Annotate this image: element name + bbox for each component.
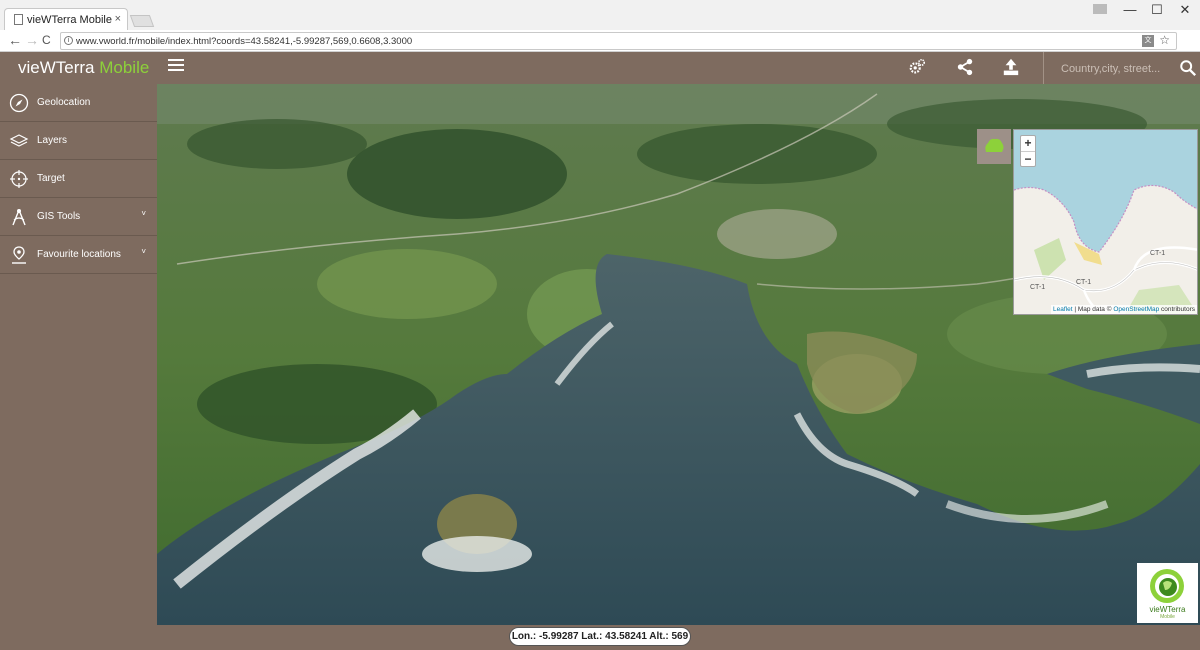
share-icon[interactable] — [956, 58, 974, 76]
minimap-zoom-control: + − — [1020, 135, 1036, 167]
compass-icon — [9, 93, 29, 113]
browser-tab[interactable]: vieWTerra Mobile × — [4, 8, 128, 30]
zoom-in-button[interactable]: + — [1021, 136, 1035, 151]
sidebar-item-label: GIS Tools — [37, 211, 81, 222]
sidebar-item-label: Geolocation — [37, 97, 91, 108]
map-toggle-icon — [985, 138, 1004, 152]
address-bar: ← → C i www.vworld.fr/mobile/index.html?… — [0, 30, 1200, 77]
gis-tools-icon — [12, 209, 26, 226]
sidebar-item-label: Target — [37, 173, 65, 184]
globe-logo-icon — [1150, 569, 1184, 603]
sidebar: Geolocation Layers Target GIS Tools ˅ Fa… — [0, 84, 157, 650]
minimap-toggle-button[interactable] — [977, 129, 1011, 164]
url-text: www.vworld.fr/mobile/index.html?coords=4… — [76, 36, 413, 47]
logo-subtext: Mobile — [1160, 614, 1175, 620]
zoom-out-button[interactable]: − — [1021, 151, 1035, 166]
sidebar-item-favourite-locations[interactable]: Favourite locations ˅ — [0, 236, 157, 274]
openstreetmap-link[interactable]: OpenStreetMap — [1113, 306, 1159, 313]
bookmark-star-icon[interactable]: ☆ — [1159, 33, 1170, 47]
crosshair-icon — [10, 170, 28, 188]
settings-gears-icon[interactable] — [908, 58, 926, 76]
brand-accent: Mobile — [99, 58, 150, 77]
back-icon[interactable]: ← — [8, 32, 22, 48]
search-icon[interactable] — [1179, 59, 1197, 77]
maximize-button[interactable]: ☐ — [1147, 2, 1167, 18]
profile-icon[interactable] — [1093, 4, 1107, 14]
tab-title: vieWTerra Mobile — [27, 14, 112, 26]
attribution-text: | Map data © — [1072, 306, 1114, 313]
new-tab-button[interactable] — [129, 15, 155, 27]
brand-main: vieWTerra — [18, 58, 100, 77]
viewterra-logo: vieWTerra Mobile — [1137, 563, 1198, 623]
sidebar-item-label: Favourite locations — [37, 249, 121, 260]
road-label: CT-1 — [1030, 284, 1046, 291]
forward-icon[interactable]: → — [25, 32, 39, 48]
app-brand: vieWTerra Mobile — [18, 58, 149, 78]
sidebar-item-target[interactable]: Target — [0, 160, 157, 198]
leaflet-link[interactable]: Leaflet — [1053, 306, 1073, 313]
upload-icon[interactable] — [1002, 58, 1020, 76]
map-pin-icon — [12, 246, 26, 264]
layers-icon — [9, 134, 29, 147]
sidebar-item-label: Layers — [37, 135, 68, 146]
info-icon[interactable]: i — [64, 36, 73, 45]
app-header: vieWTerra Mobile — [0, 52, 1200, 84]
minimize-button[interactable]: — — [1120, 2, 1140, 17]
chevron-down-icon[interactable]: ˅ — [141, 247, 146, 256]
browser-tabstrip: vieWTerra Mobile × — ☐ ✕ — [0, 0, 1200, 30]
url-field[interactable]: i www.vworld.fr/mobile/index.html?coords… — [60, 32, 1177, 50]
close-window-button[interactable]: ✕ — [1175, 2, 1195, 18]
sidebar-item-gis-tools[interactable]: GIS Tools ˅ — [0, 198, 157, 236]
translate-icon[interactable]: 文 — [1142, 35, 1154, 47]
chevron-down-icon[interactable]: ˅ — [141, 209, 146, 218]
sidebar-item-layers[interactable]: Layers — [0, 122, 157, 160]
coordinates-readout: Lon.: -5.99287 Lat.: 43.58241 Alt.: 569 — [509, 627, 691, 646]
reload-icon[interactable]: C — [42, 33, 51, 47]
hamburger-menu-icon[interactable] — [168, 59, 184, 73]
logo-text: vieWTerra — [1149, 605, 1186, 614]
document-icon — [14, 14, 23, 25]
attribution-text: contributors — [1159, 306, 1195, 313]
header-divider — [1043, 52, 1044, 84]
road-label: CT-1 — [1150, 250, 1166, 257]
tab-close-icon[interactable]: × — [115, 13, 121, 25]
search-input[interactable] — [1053, 58, 1163, 78]
sidebar-item-geolocation[interactable]: Geolocation — [0, 84, 157, 122]
minimap[interactable]: + − CT-1 CT-1 CT-1 Leaflet | Map data © … — [1013, 129, 1198, 315]
map-attribution: Leaflet | Map data © OpenStreetMap contr… — [1050, 305, 1197, 314]
road-label: CT-1 — [1076, 279, 1092, 286]
